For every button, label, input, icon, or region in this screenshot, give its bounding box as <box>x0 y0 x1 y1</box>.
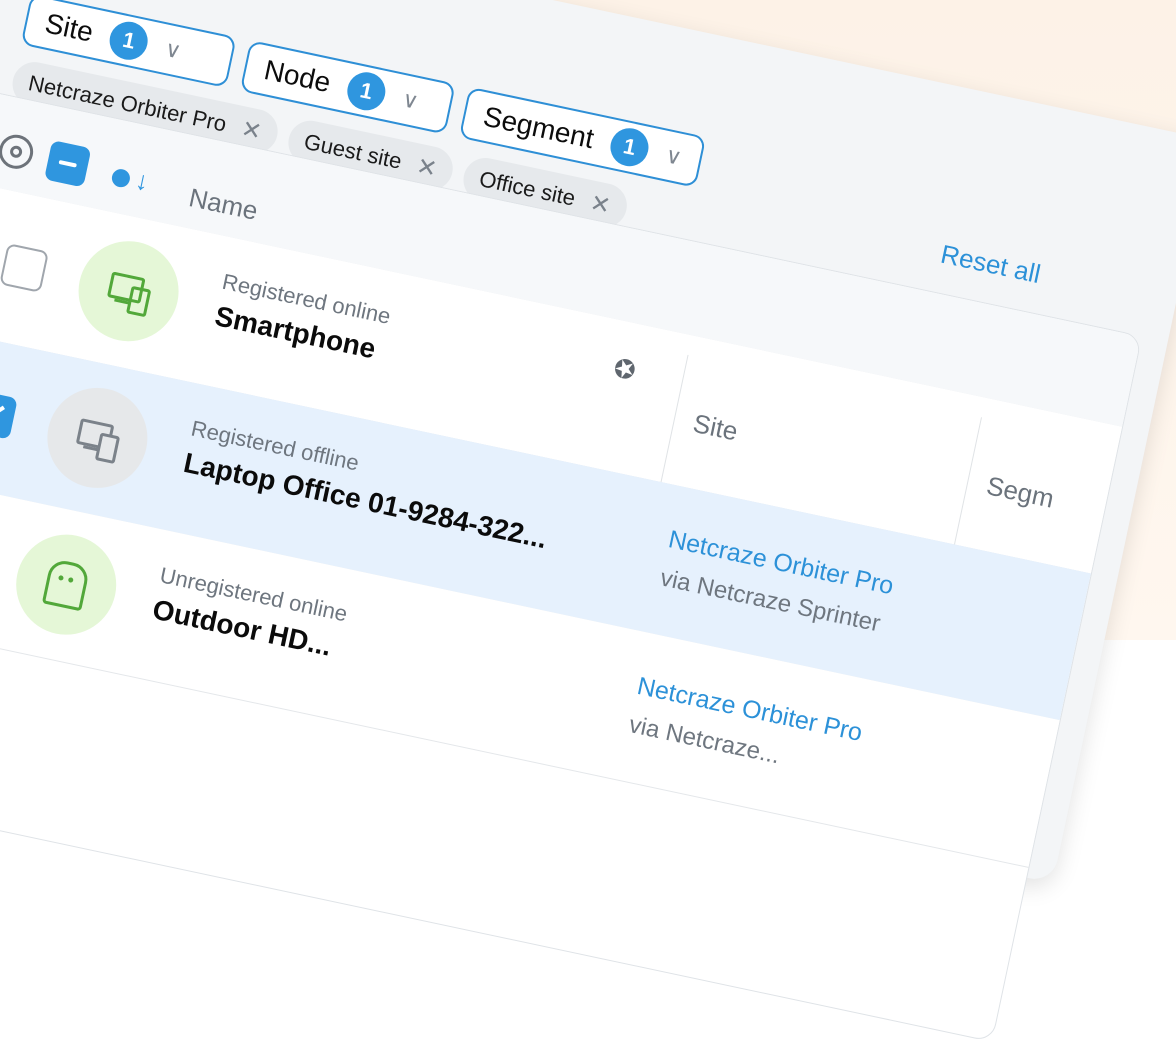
count-badge: 1 <box>343 68 389 114</box>
chevron-down-icon: ∨ <box>399 86 421 115</box>
chevron-down-icon: ∨ <box>663 142 685 171</box>
count-badge: 1 <box>607 124 653 170</box>
avatar <box>69 231 188 351</box>
column-header-segment[interactable]: Segm <box>984 470 1057 514</box>
pin-icon[interactable]: ✪ <box>605 352 643 387</box>
device-icon <box>74 416 121 465</box>
devices-table: ↓ Name Registered online Smartphone ✪ Si… <box>0 86 1143 1043</box>
row-checkbox[interactable] <box>0 389 18 440</box>
close-icon[interactable]: ✕ <box>239 114 265 147</box>
avatar <box>38 378 157 498</box>
row-checkbox[interactable] <box>0 243 50 293</box>
gear-icon[interactable] <box>0 131 37 172</box>
sort-down-icon[interactable]: ↓ <box>109 160 152 198</box>
reset-all-link[interactable]: Reset all <box>938 239 1043 290</box>
close-icon[interactable]: ✕ <box>588 188 614 221</box>
column-header-site[interactable]: Site <box>690 408 740 448</box>
column-divider <box>660 354 689 483</box>
column-header-name[interactable]: Name <box>186 182 260 227</box>
filter-label: Node <box>261 54 334 99</box>
device-name[interactable]: Laptop Office 01-9284-322... <box>181 447 550 555</box>
ghost-icon <box>41 558 91 612</box>
count-badge: 1 <box>106 18 152 64</box>
app-window: Site 1 ∨ Node 1 ∨ Segment 1 ∨ Reset all … <box>0 0 1176 1043</box>
avatar <box>6 525 126 644</box>
filter-label: Segment <box>480 100 597 155</box>
device-icon <box>105 269 152 318</box>
column-divider <box>953 417 982 545</box>
chevron-down-icon: ∨ <box>162 35 184 64</box>
select-all-checkbox[interactable] <box>44 140 92 188</box>
close-icon[interactable]: ✕ <box>414 151 440 184</box>
filter-label: Site <box>42 7 97 48</box>
